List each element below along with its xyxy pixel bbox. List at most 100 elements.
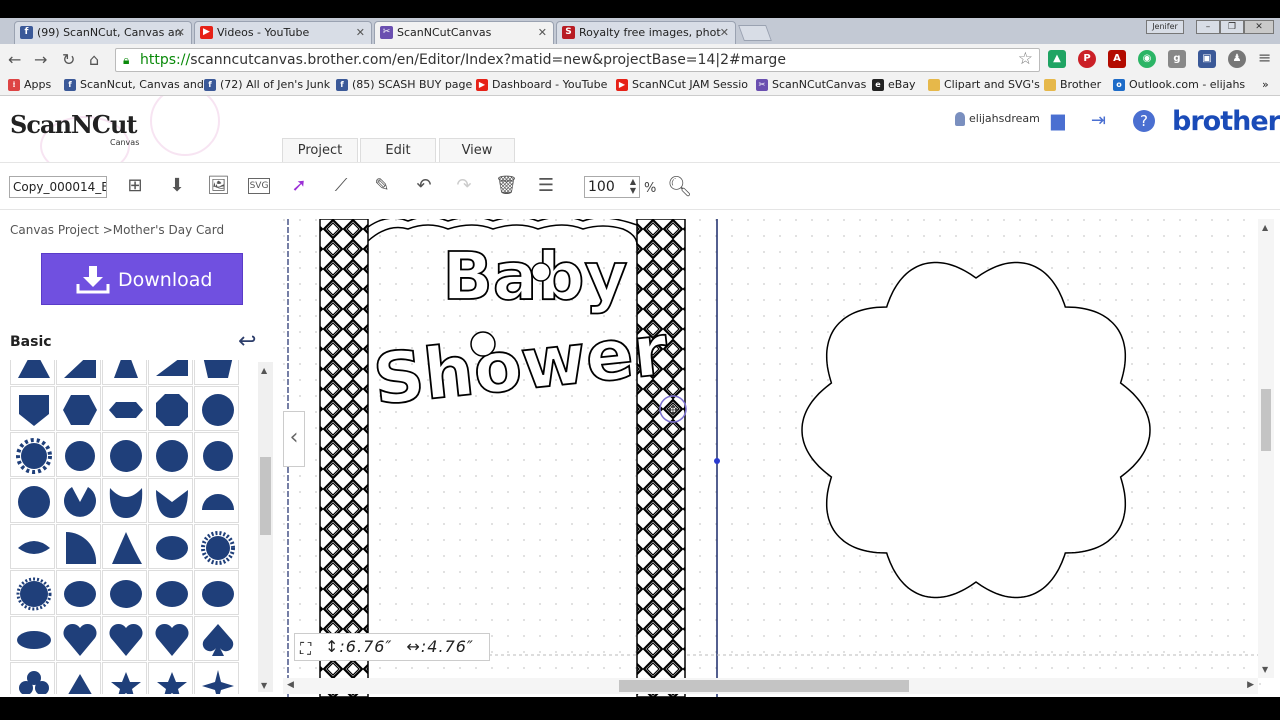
- shape-grid-scrollbar[interactable]: ▲ ▼: [258, 362, 273, 692]
- shape-scallop-circle-2[interactable]: [102, 432, 147, 477]
- home-icon[interactable]: ⌂: [89, 50, 99, 69]
- shape-chevron-cup[interactable]: [148, 478, 193, 523]
- bookmark-item[interactable]: f (85) SCASH BUY page: [336, 78, 472, 91]
- scrollbar-thumb[interactable]: [619, 680, 909, 692]
- scanncut-logo[interactable]: ScanNCut Canvas: [10, 110, 139, 147]
- node-edit-icon[interactable]: ⟋: [330, 175, 352, 197]
- undo-icon[interactable]: ↶: [413, 175, 435, 197]
- maximize-icon[interactable]: ❐: [1220, 20, 1244, 34]
- bookmark-item[interactable]: f (72) All of Jen's Junk: [204, 78, 330, 91]
- close-tab-icon[interactable]: ✕: [720, 22, 729, 43]
- spinner-arrows-icon[interactable]: ▲ ▼: [630, 177, 636, 195]
- logout-icon[interactable]: ⇥: [1091, 110, 1106, 131]
- object-list-icon[interactable]: ☰: [535, 175, 557, 197]
- shape-flat-hexagon[interactable]: [102, 386, 147, 431]
- bookmark-item[interactable]: ▶ Dashboard - YouTube: [476, 78, 607, 91]
- shape-quarter-circle[interactable]: [56, 524, 101, 569]
- shape-trapezoid[interactable]: [194, 360, 239, 385]
- redo-icon[interactable]: ↷: [453, 175, 475, 197]
- shape-circle-2[interactable]: [148, 432, 193, 477]
- pinterest-icon[interactable]: P: [1078, 50, 1096, 68]
- menu-edit[interactable]: Edit: [360, 138, 436, 162]
- drive-icon[interactable]: ▲: [1048, 50, 1066, 68]
- folder-icon[interactable]: ▆: [1051, 110, 1065, 131]
- scrollbar-thumb[interactable]: [1261, 389, 1271, 451]
- user-account[interactable]: elijahsdream: [955, 112, 1040, 126]
- shape-heart[interactable]: [56, 616, 101, 661]
- browser-tab-shutterstock[interactable]: S Royalty free images, phot ✕: [556, 21, 736, 44]
- shape-ellipse-2[interactable]: [102, 570, 147, 615]
- profile-button[interactable]: Jenifer: [1146, 20, 1184, 34]
- breadcrumb[interactable]: Canvas Project >Mother's Day Card: [10, 223, 224, 237]
- bookmark-item[interactable]: o Outlook.com - elijahs: [1113, 78, 1245, 91]
- shape-seal-2[interactable]: [10, 570, 55, 615]
- download-button[interactable]: Download: [41, 253, 243, 305]
- close-tab-icon[interactable]: ✕: [538, 22, 547, 43]
- add-item-icon[interactable]: ⊞: [124, 175, 146, 197]
- shape-heart-3[interactable]: [148, 616, 193, 661]
- menu-icon[interactable]: ≡: [1258, 48, 1271, 67]
- scroll-left-icon[interactable]: ◀: [287, 680, 294, 690]
- bookmark-folder[interactable]: Brother: [1044, 78, 1101, 91]
- bookmark-item[interactable]: e eBay: [872, 78, 916, 91]
- scroll-down-icon[interactable]: ▼: [1262, 665, 1268, 674]
- shape-scallop-ellipse-3[interactable]: [194, 570, 239, 615]
- menu-view[interactable]: View: [439, 138, 515, 162]
- back-arrow-icon[interactable]: ↩: [238, 329, 256, 354]
- scrollbar-thumb[interactable]: [260, 457, 271, 535]
- shape-triangle-2[interactable]: [56, 662, 101, 694]
- shape-scallop-circle[interactable]: [56, 432, 101, 477]
- shape-pacman-heart[interactable]: [102, 478, 147, 523]
- shape-right-triangle[interactable]: [56, 360, 101, 385]
- project-name-field[interactable]: Copy_000014_B: [9, 176, 107, 198]
- shape-hexagon[interactable]: [56, 386, 101, 431]
- shape-triangle[interactable]: [10, 360, 55, 385]
- bookmark-item[interactable]: ▶ ScanNCut JAM Sessio: [616, 78, 748, 91]
- import-icon[interactable]: ⬇: [166, 175, 188, 197]
- delete-icon[interactable]: 🗑︎: [495, 175, 518, 197]
- url-field[interactable]: 🔒︎ https://scanncutcanvas.brother.com/en…: [115, 48, 1040, 72]
- select-arrow-icon[interactable]: ➚: [288, 175, 310, 197]
- bookmark-folder[interactable]: Clipart and SVG's: [928, 78, 1040, 91]
- scroll-up-icon[interactable]: ▲: [261, 366, 267, 375]
- shape-seal[interactable]: [194, 524, 239, 569]
- shape-ellipse[interactable]: [148, 524, 193, 569]
- reload-icon[interactable]: ↻: [62, 50, 75, 69]
- canvas-vertical-scrollbar[interactable]: ▲ ▼: [1258, 219, 1274, 678]
- shape-slant-triangle[interactable]: [148, 360, 193, 385]
- shape-scallop-ellipse-2[interactable]: [148, 570, 193, 615]
- forward-icon[interactable]: →: [34, 50, 47, 69]
- draw-tool-icon[interactable]: ✎: [371, 175, 393, 197]
- shape-scallop-ellipse[interactable]: [56, 570, 101, 615]
- close-tab-icon[interactable]: ✕: [176, 22, 185, 43]
- shape-star-2[interactable]: [148, 662, 193, 694]
- shape-pentagon-shield[interactable]: [10, 386, 55, 431]
- shape-heart-2[interactable]: [102, 616, 147, 661]
- browser-tab-scanncutcanvas[interactable]: ✂ ScanNCutCanvas ✕: [374, 21, 554, 44]
- acrobat-icon[interactable]: A: [1108, 50, 1126, 68]
- new-tab-button[interactable]: [738, 25, 772, 41]
- extension-icon[interactable]: ◉: [1138, 50, 1156, 68]
- minimize-icon[interactable]: –: [1196, 20, 1220, 34]
- brother-logo[interactable]: brother: [1172, 106, 1280, 137]
- scan-image-icon[interactable]: 🖼︎: [207, 175, 230, 197]
- screenshot-extension-icon[interactable]: ▣: [1198, 50, 1216, 68]
- shape-circle[interactable]: [194, 386, 239, 431]
- back-icon[interactable]: ←: [8, 50, 21, 69]
- person-extension-icon[interactable]: ♟: [1228, 50, 1246, 68]
- shape-club[interactable]: [10, 662, 55, 694]
- grid-extension-icon[interactable]: g: [1168, 50, 1186, 68]
- svg-import-icon[interactable]: SVG: [248, 178, 270, 194]
- design-canvas[interactable]: Baby Shower ✥ ‹ ⛶ ↕:6.76″ ↔:4.76″: [283, 219, 1275, 697]
- shape-oval[interactable]: [10, 616, 55, 661]
- bookmark-item[interactable]: ✂ ScanNCutCanvas: [756, 78, 866, 91]
- collapse-panel-button[interactable]: ‹: [283, 411, 305, 467]
- shape-circle-3[interactable]: [10, 478, 55, 523]
- shape-spade[interactable]: [194, 616, 239, 661]
- close-tab-icon[interactable]: ✕: [356, 22, 365, 43]
- zoom-stepper[interactable]: 100 ▲ ▼: [584, 176, 640, 198]
- bookmark-apps[interactable]: ⁞ Apps: [8, 78, 51, 91]
- browser-tab-youtube[interactable]: ▶ Videos - YouTube ✕: [194, 21, 372, 44]
- close-window-icon[interactable]: ✕: [1244, 20, 1274, 34]
- shape-star-3[interactable]: [194, 662, 239, 694]
